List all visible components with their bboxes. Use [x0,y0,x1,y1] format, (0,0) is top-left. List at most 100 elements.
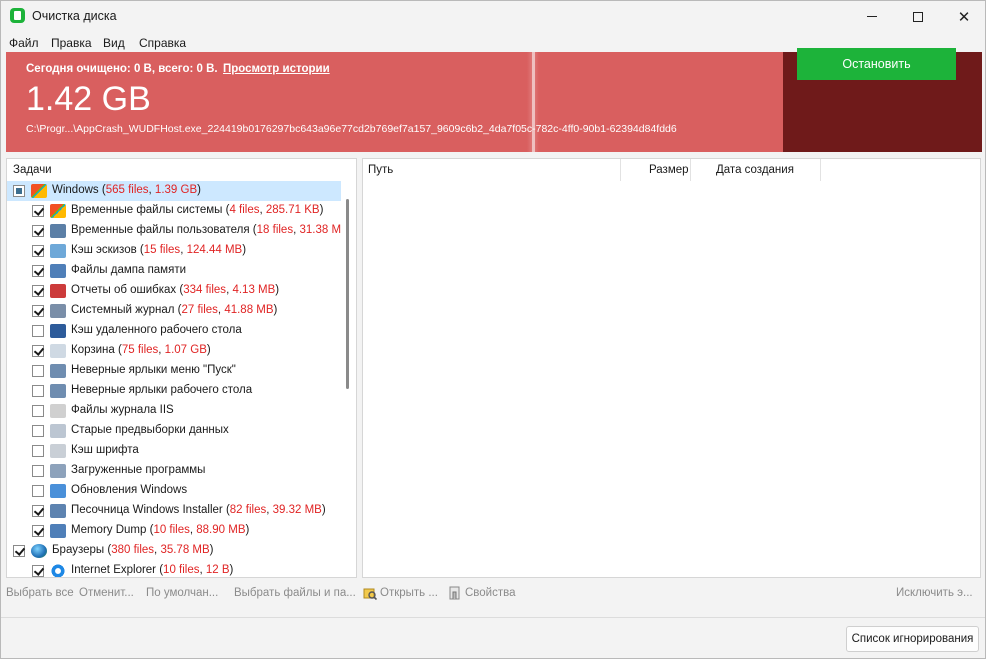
error-report-icon [50,284,66,298]
task-checkbox[interactable] [32,565,44,577]
task-label: Корзина (75 files, 1.07 GB) [71,344,211,356]
task-label: Кэш эскизов (15 files, 124.44 MB) [71,244,247,256]
properties-button[interactable]: Свойства [465,587,516,599]
select-all-button[interactable]: Выбрать все [6,587,74,599]
column-created-date[interactable]: Дата создания [716,164,794,176]
maximize-button[interactable] [895,1,941,32]
task-size: 39.32 MB [272,504,322,516]
user-files-icon [50,224,66,238]
task-row[interactable]: Файлы журнала IIS [7,401,341,421]
column-size[interactable]: Размер [649,164,689,176]
task-row[interactable]: Windows (565 files, 1.39 GB) [7,181,341,201]
task-row[interactable]: Отчеты об ошибках (334 files, 4.13 MB) [7,281,341,301]
defaults-button[interactable]: По умолчан... [146,587,218,599]
task-row[interactable]: Песочница Windows Installer (82 files, 3… [7,501,341,521]
task-row[interactable]: Старые предвыборки данных [7,421,341,441]
downloaded-programs-icon [50,464,66,478]
menu-file[interactable]: Файл [9,36,39,50]
task-checkbox[interactable] [32,525,44,537]
task-label: Файлы журнала IIS [71,404,174,416]
task-name: Системный журнал [71,304,175,316]
task-label: Обновления Windows [71,484,187,496]
task-row[interactable]: Кэш эскизов (15 files, 124.44 MB) [7,241,341,261]
select-files-button[interactable]: Выбрать файлы и па... [234,587,356,599]
task-checkbox[interactable] [32,305,44,317]
view-history-link[interactable]: Просмотр истории [223,63,330,75]
task-file-count: 75 files [121,344,159,356]
open-button[interactable]: Открыть ... [380,587,438,599]
current-scan-path: C:\Progr...\AppCrash_WUDFHost.exe_224419… [26,123,677,135]
menu-edit[interactable]: Правка [51,36,92,50]
thumbnail-icon [50,244,66,258]
task-size: 4.13 MB [232,284,276,296]
task-name: Файлы журнала IIS [71,404,174,416]
task-label: Кэш удаленного рабочего стола [71,324,242,336]
globe-icon [31,544,47,558]
task-size: 41.88 MB [224,304,274,316]
task-row[interactable]: Internet Explorer (10 files, 12 B) [7,561,341,577]
task-label: Неверные ярлыки меню "Пуск" [71,364,236,376]
task-checkbox[interactable] [32,505,44,517]
internet-explorer-icon [50,564,66,577]
task-checkbox[interactable] [32,385,44,397]
task-checkbox[interactable] [32,265,44,277]
task-checkbox[interactable] [32,425,44,437]
files-panel: Путь Размер Дата создания [362,158,981,578]
system-log-icon [50,304,66,318]
iis-log-icon [50,404,66,418]
task-row[interactable]: Системный журнал (27 files, 41.88 MB) [7,301,341,321]
task-label: Неверные ярлыки рабочего стола [71,384,252,396]
task-checkbox[interactable] [32,205,44,217]
windows-icon [50,204,66,218]
menu-help[interactable]: Справка [139,36,186,50]
task-checkbox[interactable] [13,185,25,197]
task-row[interactable]: Обновления Windows [7,481,341,501]
task-checkbox[interactable] [32,245,44,257]
close-button[interactable]: ✕ [941,1,986,32]
task-name: Временные файлы системы [71,204,223,216]
windows-update-icon [50,484,66,498]
memory-dump-icon [50,524,66,538]
task-row[interactable]: Memory Dump (10 files, 88.90 MB) [7,521,341,541]
menu-view[interactable]: Вид [103,36,125,50]
task-row[interactable]: Загруженные программы [7,461,341,481]
exclude-button[interactable]: Исключить э... [896,587,973,599]
column-path[interactable]: Путь [368,164,393,176]
task-checkbox[interactable] [32,225,44,237]
task-name: Песочница Windows Installer [71,504,223,516]
task-row[interactable]: Корзина (75 files, 1.07 GB) [7,341,341,361]
task-row[interactable]: Кэш удаленного рабочего стола [7,321,341,341]
task-size: 12 B [205,564,230,576]
task-row[interactable]: Кэш шрифта [7,441,341,461]
task-checkbox[interactable] [32,345,44,357]
task-label: Старые предвыборки данных [71,424,229,436]
ignore-list-button[interactable]: Список игнорирования [846,626,979,652]
minimize-button[interactable] [849,1,895,32]
tree-scrollbar[interactable] [346,199,349,389]
stop-button[interactable]: Остановить [797,48,956,80]
task-checkbox[interactable] [32,285,44,297]
task-file-count: 15 files [143,244,181,256]
task-row[interactable]: Файлы дампа памяти [7,261,341,281]
task-row[interactable]: Временные файлы пользователя (18 files, … [7,221,341,241]
task-size: 1.07 GB [164,344,207,356]
cleaned-stats: Сегодня очищено: 0 B, всего: 0 B. [26,63,218,75]
deselect-button[interactable]: Отменит... [79,587,134,599]
task-checkbox[interactable] [32,365,44,377]
task-checkbox[interactable] [13,545,25,557]
task-name: Загруженные программы [71,464,206,476]
task-checkbox[interactable] [32,445,44,457]
task-label: Memory Dump (10 files, 88.90 MB) [71,524,250,536]
task-checkbox[interactable] [32,465,44,477]
maximize-icon [913,11,923,22]
task-checkbox[interactable] [32,485,44,497]
task-name: Неверные ярлыки меню "Пуск" [71,364,236,376]
task-checkbox[interactable] [32,325,44,337]
task-row[interactable]: Браузеры (380 files, 35.78 MB) [7,541,341,561]
task-row[interactable]: Неверные ярлыки меню "Пуск" [7,361,341,381]
task-row[interactable]: Неверные ярлыки рабочего стола [7,381,341,401]
windows-icon [31,184,47,198]
task-row[interactable]: Временные файлы системы (4 files, 285.71… [7,201,341,221]
task-checkbox[interactable] [32,405,44,417]
task-size: 285.71 KB [265,204,320,216]
